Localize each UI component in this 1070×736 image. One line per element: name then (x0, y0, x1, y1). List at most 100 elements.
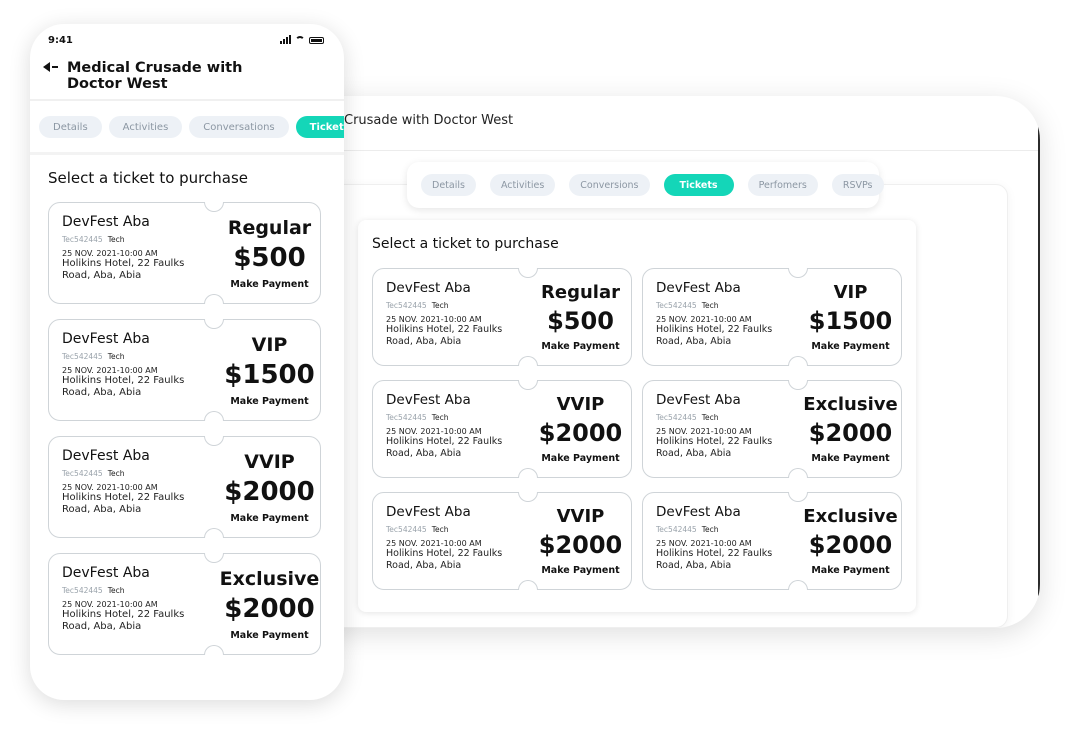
ticket-date: 25 NOV. 2021-10:00 AM (386, 427, 482, 436)
tab-tickets[interactable]: Tickets (663, 174, 734, 196)
ticket-date: 25 NOV. 2021-10:00 AM (656, 539, 752, 548)
ticket-code: Tec542445 (62, 352, 103, 361)
ticket-code: Tec542445 (656, 413, 697, 422)
ticket-type: Regular (227, 216, 312, 239)
ticket-venue: Holikins Hotel, 22 Faulks Road, Aba, Abi… (62, 492, 185, 515)
battery-icon (309, 37, 324, 44)
ticket-event-name: DevFest Aba (62, 214, 150, 230)
header-divider (30, 99, 344, 101)
make-payment-button[interactable]: Make Payment (230, 396, 308, 407)
tab-conversations[interactable]: Conversations (189, 116, 289, 138)
wifi-icon (295, 36, 305, 44)
status-icons (280, 34, 324, 44)
ticket-date: 25 NOV. 2021-10:00 AM (62, 483, 158, 492)
desktop-tab-bar: Details Activities Conversions Tickets P… (407, 162, 884, 208)
ticket-price: $2000 (538, 531, 623, 559)
ticket-date: 25 NOV. 2021-10:00 AM (62, 600, 158, 609)
ticket-venue: Holikins Hotel, 22 Faulks Road, Aba, Abi… (62, 258, 185, 281)
ticket-card[interactable]: DevFest Aba Tec542445 Tech 25 NOV. 2021-1… (48, 319, 321, 421)
ticket-date: 25 NOV. 2021-10:00 AM (656, 315, 752, 324)
phone-frame: 9:41 Medical Crusade with Doctor West De… (30, 24, 344, 700)
ticket-venue: Holikins Hotel, 22 Faulks Road, Aba, Abi… (386, 436, 503, 459)
ticket-event-name: DevFest Aba (62, 331, 150, 347)
window-edge (1038, 126, 1040, 596)
ticket-card[interactable]: DevFest Aba Tec542445 Tech 25 NOV. 2021-1… (48, 202, 321, 304)
ticket-code: Tec542445 (62, 586, 103, 595)
ticket-price: $2000 (538, 419, 623, 447)
ticket-card[interactable]: DevFest Aba Tec542445 Tech 25 NOV. 2021-1… (372, 492, 632, 590)
make-payment-button[interactable]: Make Payment (811, 341, 889, 352)
ticket-code: Tec542445 (62, 235, 103, 244)
ticket-event-name: DevFest Aba (386, 280, 471, 296)
ticket-category: Tech (431, 525, 449, 534)
ticket-venue: Holikins Hotel, 22 Faulks Road, Aba, Abi… (386, 548, 503, 571)
ticket-price: $2000 (224, 476, 315, 507)
ticket-card[interactable]: DevFest Aba Tec542445 Tech 25 NOV. 2021-1… (48, 553, 321, 655)
ticket-category: Tech (107, 235, 125, 244)
ticket-type: Exclusive (219, 567, 320, 590)
ticket-card[interactable]: DevFest Aba Tec542445 Tech 25 NOV. 2021-1… (642, 268, 902, 366)
make-payment-button[interactable]: Make Payment (541, 341, 619, 352)
make-payment-button[interactable]: Make Payment (811, 565, 889, 576)
ticket-code: Tec542445 (656, 301, 697, 310)
ticket-venue: Holikins Hotel, 22 Faulks Road, Aba, Abi… (656, 436, 773, 459)
ticket-date: 25 NOV. 2021-10:00 AM (386, 539, 482, 548)
ticket-price: $2000 (808, 419, 893, 447)
make-payment-button[interactable]: Make Payment (811, 453, 889, 464)
make-payment-button[interactable]: Make Payment (541, 565, 619, 576)
tab-details[interactable]: Details (39, 116, 102, 138)
ticket-type: Exclusive (803, 394, 898, 415)
ticket-price: $1500 (808, 307, 893, 335)
phone-tab-bar: Details Activities Conversations Tickets (39, 116, 344, 138)
tab-activities[interactable]: Activities (489, 174, 556, 196)
ticket-grid: DevFest Aba Tec542445 Tech 25 NOV. 2021-1… (372, 268, 902, 590)
ticket-event-name: DevFest Aba (656, 392, 741, 408)
ticket-card[interactable]: DevFest Aba Tec542445 Tech 25 NOV. 2021-1… (642, 492, 902, 590)
ticket-code: Tec542445 (62, 469, 103, 478)
tab-details[interactable]: Details (421, 174, 476, 196)
ticket-category: Tech (107, 586, 125, 595)
ticket-type: Regular (541, 282, 620, 303)
ticket-card[interactable]: DevFest Aba Tec542445 Tech 25 NOV. 2021-1… (372, 268, 632, 366)
ticket-code: Tec542445 (386, 525, 427, 534)
tab-rsvps[interactable]: RSVPs (831, 174, 884, 196)
ticket-venue: Holikins Hotel, 22 Faulks Road, Aba, Abi… (656, 548, 773, 571)
ticket-date: 25 NOV. 2021-10:00 AM (62, 366, 158, 375)
ticket-category: Tech (701, 525, 719, 534)
ticket-venue: Holikins Hotel, 22 Faulks Road, Aba, Abi… (62, 609, 185, 632)
ticket-card[interactable]: DevFest Aba Tec542445 Tech 25 NOV. 2021-1… (48, 436, 321, 538)
tab-tickets[interactable]: Tickets (295, 116, 344, 138)
ticket-price: $2000 (808, 531, 893, 559)
ticket-date: 25 NOV. 2021-10:00 AM (656, 427, 752, 436)
ticket-event-name: DevFest Aba (386, 504, 471, 520)
page-title: Medical Crusade with Doctor West (67, 60, 243, 92)
ticket-category: Tech (701, 413, 719, 422)
ticket-price: $1500 (224, 359, 315, 390)
ticket-card[interactable]: DevFest Aba Tec542445 Tech 25 NOV. 2021-1… (642, 380, 902, 478)
ticket-venue: Holikins Hotel, 22 Faulks Road, Aba, Abi… (62, 375, 185, 398)
make-payment-button[interactable]: Make Payment (230, 630, 308, 641)
ticket-type: VVIP (244, 450, 295, 473)
desktop-event-title: Crusade with Doctor West (344, 113, 514, 128)
make-payment-button[interactable]: Make Payment (541, 453, 619, 464)
ticket-category: Tech (431, 301, 449, 310)
ticket-type: VVIP (556, 506, 605, 527)
back-arrow-icon[interactable] (43, 61, 61, 73)
ticket-price: $500 (547, 307, 614, 335)
make-payment-button[interactable]: Make Payment (230, 279, 308, 290)
tab-activities[interactable]: Activities (108, 116, 183, 138)
make-payment-button[interactable]: Make Payment (230, 513, 308, 524)
tab-conversions[interactable]: Conversions (569, 174, 650, 196)
signal-icon (280, 35, 291, 44)
section-heading: Select a ticket to purchase (48, 169, 249, 187)
ticket-price: $500 (233, 242, 306, 273)
ticket-event-name: DevFest Aba (386, 392, 471, 408)
tab-perfomers[interactable]: Perfomers (747, 174, 818, 196)
ticket-card[interactable]: DevFest Aba Tec542445 Tech 25 NOV. 2021-1… (372, 380, 632, 478)
ticket-category: Tech (107, 352, 125, 361)
ticket-venue: Holikins Hotel, 22 Faulks Road, Aba, Abi… (656, 324, 773, 347)
ticket-code: Tec542445 (386, 413, 427, 422)
ticket-category: Tech (107, 469, 125, 478)
ticket-price: $2000 (224, 593, 315, 624)
ticket-event-name: DevFest Aba (62, 565, 150, 581)
